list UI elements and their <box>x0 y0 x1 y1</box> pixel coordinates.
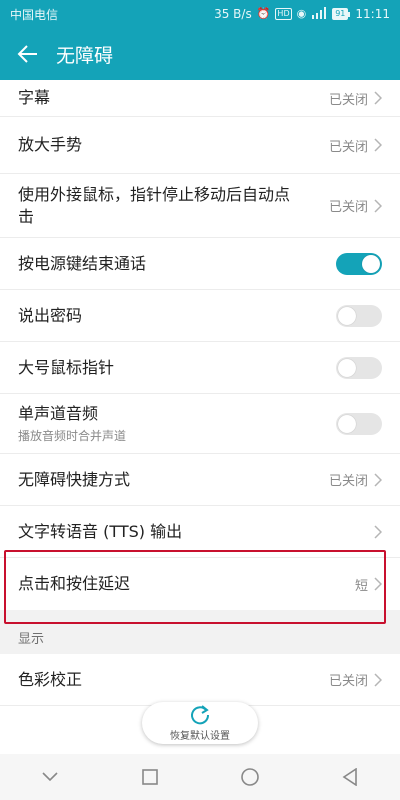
item-touch-hold-delay[interactable]: 点击和按住延迟 短 <box>0 558 400 610</box>
item-power-ends-call: 按电源键结束通话 <box>0 238 400 290</box>
chevron-right-icon <box>374 524 382 539</box>
battery-icon: 91 <box>332 8 351 20</box>
triangle-back-icon <box>342 768 357 786</box>
refresh-icon <box>191 705 210 725</box>
chevron-right-icon <box>374 672 382 687</box>
app-bar: 无障碍 <box>0 28 400 80</box>
item-large-pointer: 大号鼠标指针 <box>0 342 400 394</box>
chevron-down-icon <box>42 772 58 782</box>
battery-level: 91 <box>332 8 349 20</box>
item-label: 大号鼠标指针 <box>18 357 115 377</box>
settings-list: 字幕 已关闭 放大手势 已关闭 使用外接鼠标，指针停止移动后自动点击 已关闭 按… <box>0 80 400 706</box>
item-value: 已关闭 <box>328 674 368 689</box>
power-ends-call-toggle[interactable] <box>336 252 382 275</box>
signal-icon <box>311 6 327 22</box>
nav-home-button[interactable] <box>230 757 270 797</box>
chevron-right-icon <box>374 577 382 591</box>
clock: 11:11 <box>355 7 390 21</box>
back-button[interactable] <box>0 28 56 80</box>
item-label: 点击和按住延迟 <box>18 574 131 593</box>
item-mono-audio: 单声道音频 播放音频时合并声道 <box>0 394 400 454</box>
item-captions[interactable]: 字幕 已关闭 <box>0 80 400 117</box>
item-summary: 播放音频时合并声道 <box>18 429 127 443</box>
item-label: 文字转语音 (TTS) 输出 <box>18 521 183 541</box>
item-value: 已关闭 <box>328 139 368 155</box>
chevron-right-icon <box>374 198 382 213</box>
item-label: 放大手势 <box>18 135 83 154</box>
item-label: 字幕 <box>18 88 51 107</box>
item-speak-passwords: 说出密码 <box>0 290 400 342</box>
square-icon <box>142 769 158 785</box>
nav-recents-button[interactable] <box>130 757 170 797</box>
restore-defaults-button[interactable]: 恢复默认设置 <box>142 702 258 744</box>
item-label: 无障碍快捷方式 <box>18 469 131 489</box>
network-speed: 35 B/s <box>214 7 252 21</box>
section-header-display: 显示 <box>0 620 400 654</box>
item-label: 单声道音频 <box>18 404 99 423</box>
speak-passwords-toggle[interactable] <box>336 304 382 327</box>
item-mouse-auto-click[interactable]: 使用外接鼠标，指针停止移动后自动点击 已关闭 <box>0 174 400 238</box>
circle-icon <box>241 768 259 786</box>
status-bar: 中国电信 35 B/s ⏰ HD ◉ 91 11:11 <box>0 0 400 28</box>
hd-icon: HD <box>275 8 292 20</box>
page-title: 无障碍 <box>56 44 114 67</box>
item-label: 说出密码 <box>18 305 83 325</box>
nav-back-button[interactable] <box>330 757 370 797</box>
item-value: 已关闭 <box>328 474 368 489</box>
section-divider <box>0 610 400 620</box>
item-label: 使用外接鼠标，指针停止移动后自动点击 <box>18 184 291 226</box>
chevron-right-icon <box>374 91 382 105</box>
item-label: 色彩校正 <box>18 669 83 689</box>
nav-hide-button[interactable] <box>30 757 70 797</box>
item-label: 按电源键结束通话 <box>18 253 147 273</box>
item-value: 已关闭 <box>328 92 368 108</box>
restore-defaults-label: 恢复默认设置 <box>170 731 230 742</box>
carrier-name: 中国电信 <box>10 7 59 22</box>
system-nav-bar <box>0 754 400 800</box>
item-color-correction[interactable]: 色彩校正 已关闭 <box>0 654 400 706</box>
chevron-right-icon <box>374 472 382 487</box>
item-accessibility-shortcut[interactable]: 无障碍快捷方式 已关闭 <box>0 454 400 506</box>
arrow-left-icon <box>17 45 37 63</box>
item-value: 短 <box>354 578 368 594</box>
eye-comfort-icon: ◉ <box>296 7 307 20</box>
chevron-right-icon <box>374 138 382 152</box>
large-pointer-toggle[interactable] <box>336 356 382 379</box>
item-value: 已关闭 <box>328 200 368 215</box>
item-tts-output[interactable]: 文字转语音 (TTS) 输出 <box>0 506 400 558</box>
alarm-icon: ⏰ <box>256 7 271 20</box>
item-magnification-gestures[interactable]: 放大手势 已关闭 <box>0 117 400 174</box>
mono-audio-toggle[interactable] <box>336 412 382 435</box>
status-icons: 35 B/s ⏰ HD ◉ 91 11:11 <box>214 6 390 22</box>
